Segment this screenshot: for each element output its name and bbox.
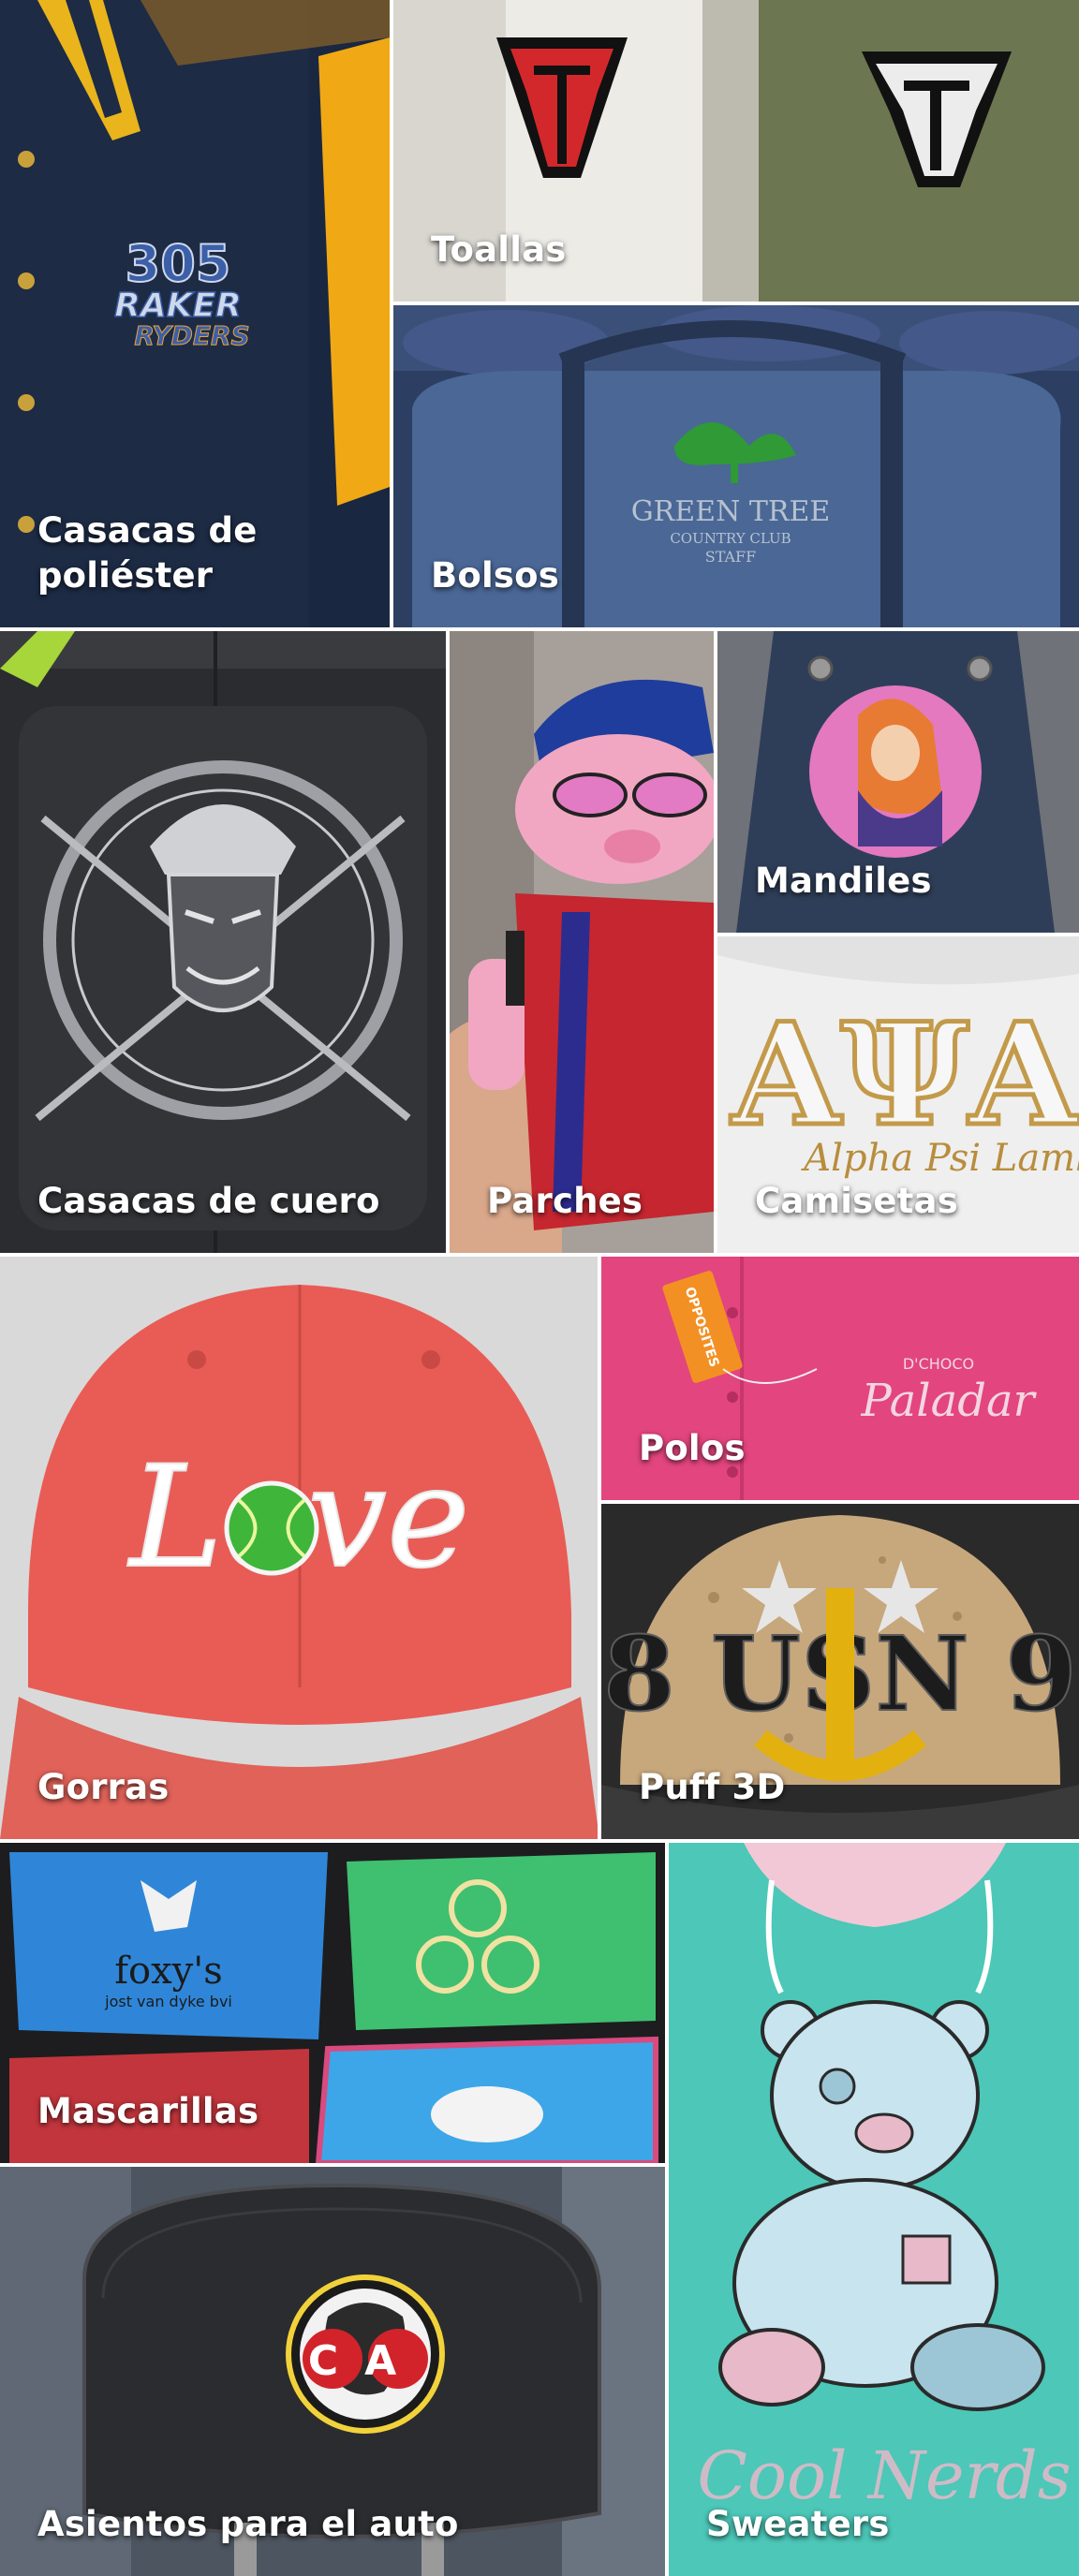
tile-label-line: poliéster: [37, 554, 214, 596]
tile-label: Bolsos: [431, 554, 559, 596]
tile-mandiles[interactable]: Mandiles: [717, 631, 1079, 933]
tile-mascarillas[interactable]: foxy's jost van dyke bvi Mascarillas: [0, 1843, 665, 2163]
tile-casacas-cuero[interactable]: Casacas de cuero: [0, 631, 446, 1253]
tile-label: Casacas de cuero: [37, 1180, 380, 1221]
tile-polos[interactable]: OPPOSITES D'CHOCO Paladar Polos: [601, 1257, 1079, 1500]
svg-text:305: 305: [126, 234, 231, 293]
svg-text:RAKER: RAKER: [114, 287, 242, 325]
greek-letters-embroidery: ΑΨΑ Alpha Psi Lamb: [728, 991, 1079, 1181]
tile-camisetas[interactable]: ΑΨΑ Alpha Psi Lamb Camisetas: [717, 936, 1079, 1253]
hoodie-image: Cool Nerds: [669, 1843, 1079, 2576]
pig-patch-image: [450, 631, 714, 1253]
svg-text:CA: CA: [308, 2337, 422, 2385]
tile-label: Puff 3D: [639, 1766, 786, 1807]
leather-jacket-image: [0, 631, 446, 1253]
tile-gorras[interactable]: Love Gorras: [0, 1257, 598, 1839]
tile-label: Parches: [487, 1180, 643, 1221]
tile-label: Mascarillas: [37, 2090, 259, 2131]
tile-label: Polos: [639, 1427, 746, 1468]
svg-text:D'CHOCO: D'CHOCO: [903, 1355, 974, 1373]
tile-casacas-poliester[interactable]: 305 RAKER RYDERS Casacas de poliéster: [0, 0, 390, 627]
tile-label: Toallas: [431, 228, 567, 270]
tile-puff-3d[interactable]: 18 USN 93 Puff 3D: [601, 1504, 1079, 1839]
svg-text:foxy's: foxy's: [114, 1950, 223, 1993]
svg-text:GREEN TREE: GREEN TREE: [631, 495, 831, 528]
tile-label: Casacas de poliéster: [37, 508, 258, 597]
tile-parches[interactable]: Parches: [450, 631, 714, 1253]
svg-text:Paladar: Paladar: [860, 1375, 1037, 1427]
svg-text:Alpha Psi Lamb: Alpha Psi Lamb: [800, 1137, 1079, 1180]
tile-sweaters[interactable]: Cool Nerds Sweaters: [669, 1843, 1079, 2576]
tile-label: Mandiles: [755, 860, 932, 901]
tile-bolsos[interactable]: GREEN TREE COUNTRY CLUB STAFF Bolsos: [393, 305, 1079, 627]
tile-label: Camisetas: [755, 1180, 958, 1221]
jacket-embroidered-logo: 305 RAKER RYDERS: [113, 233, 250, 352]
club-america-logo: CA: [286, 2274, 445, 2434]
svg-text:jost van dyke bvi: jost van dyke bvi: [104, 1993, 232, 2010]
cap-image: Love: [0, 1257, 598, 1839]
svg-text:STAFF: STAFF: [705, 548, 757, 566]
tile-label: Sweaters: [706, 2503, 890, 2544]
tile-label: Asientos para el auto: [37, 2503, 459, 2544]
love-embroidery: Love: [126, 1435, 470, 1600]
tile-label: Gorras: [37, 1766, 170, 1807]
svg-text:RYDERS: RYDERS: [134, 320, 249, 351]
apron-embroidered-logo: [809, 685, 982, 858]
tile-label-line: Casacas de: [37, 510, 258, 552]
tile-toallas[interactable]: Toallas: [393, 0, 1079, 302]
tile-asientos-auto[interactable]: CA Asientos para el auto: [0, 2167, 665, 2576]
svg-text:ΑΨΑ: ΑΨΑ: [730, 993, 1079, 1157]
svg-text:COUNTRY CLUB: COUNTRY CLUB: [670, 530, 791, 547]
